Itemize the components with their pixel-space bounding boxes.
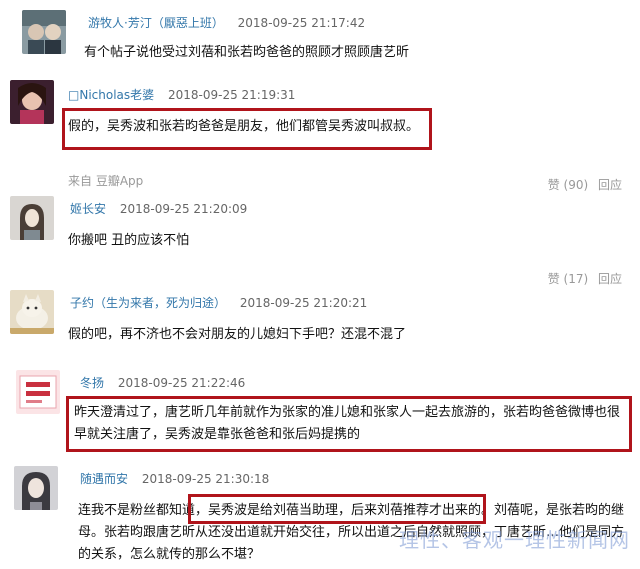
comment-text: 有个帖子说他受过刘蓓和张若昀爸爸的照顾才照顾唐艺昕 — [84, 45, 410, 60]
timestamp: 2018-09-25 21:30:18 — [141, 472, 270, 486]
timestamp: 2018-09-25 21:20:09 — [119, 202, 248, 216]
avatar[interactable] — [22, 10, 66, 54]
reply-button[interactable]: 回应 — [598, 272, 622, 286]
avatar[interactable] — [10, 80, 54, 124]
timestamp: 2018-09-25 21:22:46 — [117, 376, 246, 390]
comment-actions: 赞 (90) 回应 — [542, 176, 622, 193]
comment-meta: □Nicholas老婆 2018-09-25 21:19:31 — [68, 86, 295, 103]
comment-text: 假的，吴秀波和张若昀爸爸是朋友，他们都管吴秀波叫叔叔。 — [68, 119, 420, 134]
like-button[interactable]: 赞 (17) — [548, 272, 588, 286]
source-label: 来自 豆瓣App — [68, 174, 144, 188]
author-link[interactable]: 游牧人·芳汀（厭惡上班） — [88, 16, 224, 30]
comment-meta: 子约（生为来者，死为归途） 2018-09-25 21:20:21 — [70, 294, 367, 311]
timestamp: 2018-09-25 21:20:21 — [239, 296, 368, 310]
author-link[interactable]: □Nicholas老婆 — [68, 88, 154, 102]
author-link[interactable]: 随遇而安 — [80, 472, 128, 486]
timestamp: 2018-09-25 21:17:42 — [237, 16, 366, 30]
timestamp: 2018-09-25 21:19:31 — [167, 88, 296, 102]
comment-meta: 游牧人·芳汀（厭惡上班） 2018-09-25 21:17:42 — [88, 14, 365, 31]
author-link[interactable]: 子约（生为来者，死为归途） — [70, 296, 226, 310]
comment-text: 昨天澄清过了，唐艺昕几年前就作为张家的准儿媳和张家人一起去旅游的，张若昀爸爸微博… — [74, 405, 621, 442]
author-link[interactable]: 冬扬 — [80, 376, 104, 390]
reply-button[interactable]: 回应 — [598, 178, 622, 192]
comment-actions: 赞 (17) 回应 — [542, 270, 622, 287]
avatar[interactable] — [10, 290, 54, 334]
comment-text: 假的吧，再不济也不会对朋友的儿媳妇下手吧？还混不混了 — [68, 327, 407, 342]
comment-meta: 随遇而安 2018-09-25 21:30:18 — [80, 470, 269, 487]
author-link[interactable]: 姬长安 — [70, 202, 106, 216]
avatar[interactable] — [10, 196, 54, 240]
comment-meta: 姬长安 2018-09-25 21:20:09 — [70, 200, 247, 217]
comment-text: 你搬吧 丑的应该不怕 — [68, 233, 190, 248]
avatar[interactable] — [16, 370, 60, 414]
comment-meta: 冬扬 2018-09-25 21:22:46 — [80, 374, 245, 391]
like-button[interactable]: 赞 (90) — [548, 178, 588, 192]
avatar[interactable] — [14, 466, 58, 510]
watermark: 理性、客观一理性新闻网 — [399, 528, 630, 552]
